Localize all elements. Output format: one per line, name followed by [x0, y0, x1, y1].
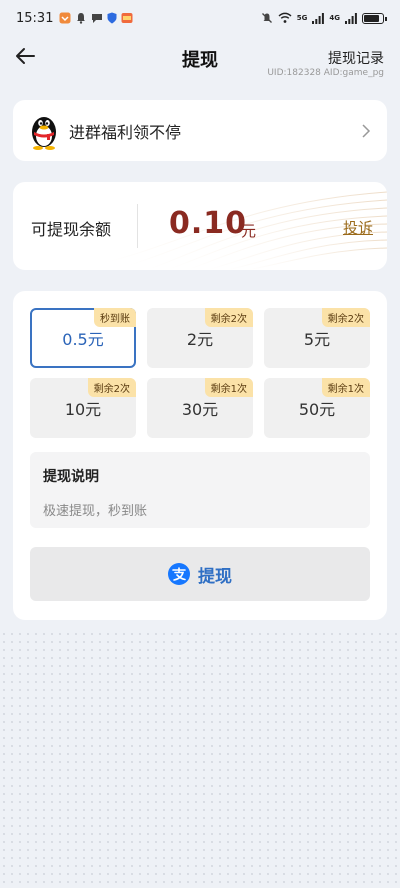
message-icon — [92, 14, 103, 23]
dotted-background — [0, 630, 400, 888]
amount-option[interactable]: 0.5元 秒到账 — [30, 308, 136, 368]
withdraw-button-label: 提现 — [198, 566, 232, 587]
withdraw-button[interactable]: 提现 — [30, 547, 370, 601]
amount-option-label: 30元 — [181, 400, 219, 419]
balance-card: 可提现余额 0.10 元 投诉 — [13, 182, 387, 270]
amount-option-label: 5元 — [303, 330, 331, 349]
amount-option[interactable]: 2元 剩余2次 — [147, 308, 253, 368]
balance-divider — [137, 204, 138, 248]
alipay-icon — [168, 563, 190, 585]
withdraw-description: 提现说明 极速提现，秒到账 — [30, 452, 370, 528]
chevron-right-icon — [362, 123, 371, 138]
status-time: 15:31 — [16, 10, 54, 26]
amount-option-label: 10元 — [64, 400, 102, 419]
amount-option-label: 0.5元 — [62, 330, 104, 349]
amount-option[interactable]: 30元 剩余1次 — [147, 378, 253, 438]
withdraw-card: 0.5元 秒到账 2元 剩余2次 5元 剩余2次 10元 剩余2次 30元 剩余… — [13, 291, 387, 620]
status-bar: 15:31 5G 4G — [0, 0, 400, 36]
signal-icon-2 — [345, 12, 357, 24]
amount-option[interactable]: 5元 剩余2次 — [264, 308, 370, 368]
balance-label: 可提现余额 — [31, 220, 112, 239]
app-notification-icon — [59, 12, 71, 24]
wallet-icon — [121, 13, 133, 23]
complain-link[interactable]: 投诉 — [343, 217, 373, 238]
battery-icon — [362, 12, 387, 24]
withdraw-record-link[interactable]: 提现记录 — [328, 48, 384, 68]
amount-option-tag: 剩余1次 — [321, 378, 370, 397]
amount-option-tag: 秒到账 — [94, 308, 136, 327]
amount-option-tag: 剩余1次 — [204, 378, 253, 397]
amount-option-tag: 剩余2次 — [87, 378, 136, 397]
wifi-icon — [278, 12, 292, 23]
network-5g-label: 5G — [296, 14, 308, 22]
description-body: 极速提现，秒到账 — [43, 504, 148, 519]
amount-option[interactable]: 50元 剩余1次 — [264, 378, 370, 438]
shield-icon — [107, 12, 117, 24]
amount-option-label: 2元 — [186, 330, 214, 349]
mute-icon — [261, 13, 272, 23]
amount-option-label: 50元 — [298, 400, 336, 419]
qq-penguin-icon — [32, 116, 56, 150]
uid-text: UID:182328 AID:game_pg — [267, 68, 384, 78]
balance-amount: 0.10 — [169, 206, 248, 241]
network-4g-label: 4G — [329, 14, 340, 22]
amount-option[interactable]: 10元 剩余2次 — [30, 378, 136, 438]
amount-option-tag: 剩余2次 — [321, 308, 370, 327]
description-title: 提现说明 — [43, 469, 99, 485]
page-header: 提现 提现记录 UID:182328 AID:game_pg — [0, 40, 400, 80]
signal-icon — [312, 12, 325, 24]
amount-option-tag: 剩余2次 — [204, 308, 253, 327]
group-benefit-banner[interactable]: 进群福利领不停 — [13, 100, 387, 161]
group-benefit-text: 进群福利领不停 — [69, 122, 182, 142]
balance-unit: 元 — [241, 222, 257, 240]
bell-icon — [77, 13, 86, 24]
